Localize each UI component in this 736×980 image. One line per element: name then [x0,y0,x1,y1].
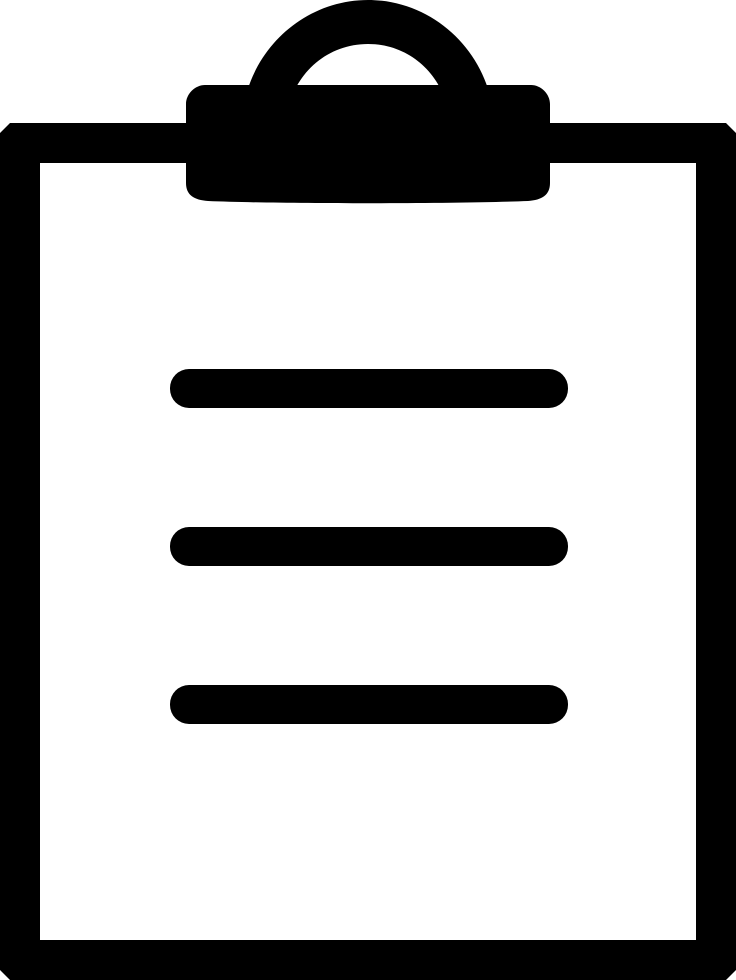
clipboard-icon [0,0,736,980]
